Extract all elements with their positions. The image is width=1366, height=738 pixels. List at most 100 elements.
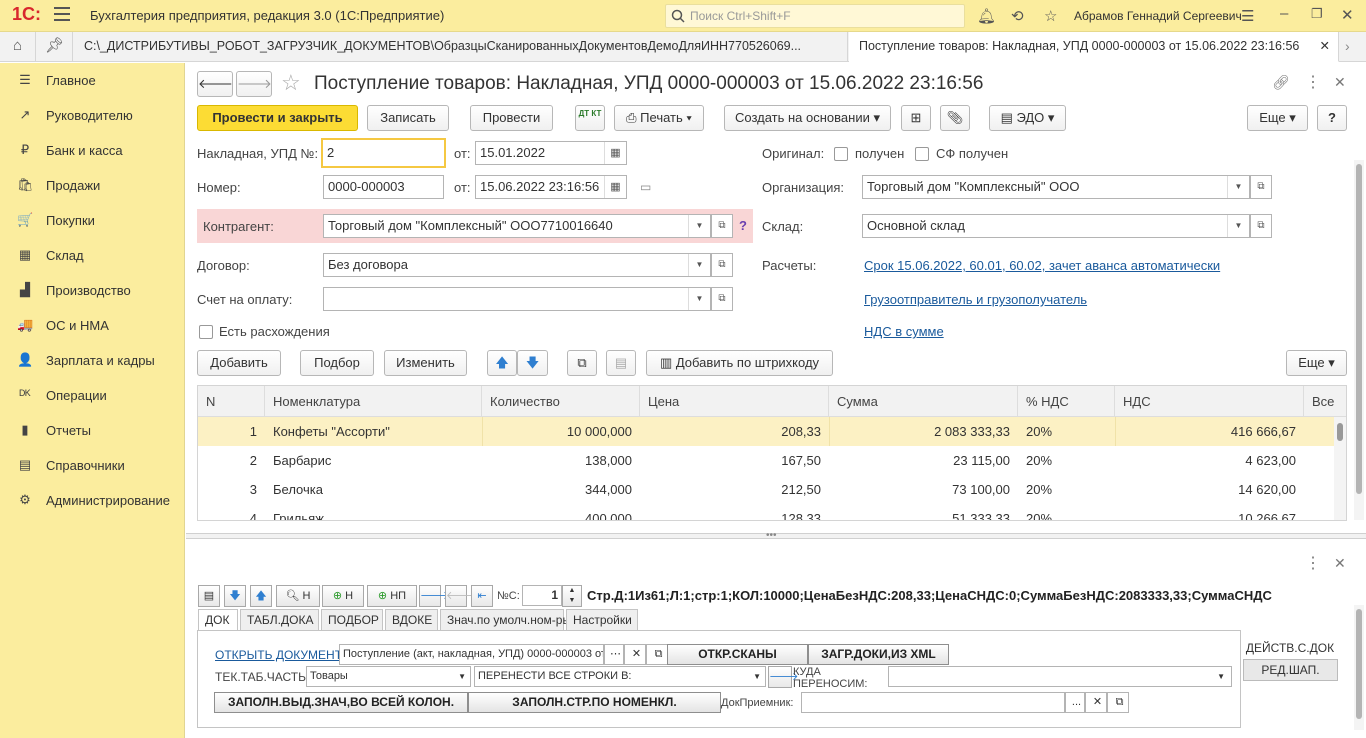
invoice-number-field[interactable]: 2 [321, 138, 446, 168]
panel-tab[interactable]: ПОДБОР [321, 609, 383, 631]
warehouse-field[interactable]: Основной склад ▼ [862, 214, 1250, 238]
doc-type-field[interactable]: Поступление (акт, накладная, УПД) 0000-0… [339, 644, 604, 665]
table-cell-price[interactable]: 167,50 [640, 446, 829, 475]
sidebar-item[interactable]: 👤 Зарплата и кадры [0, 343, 185, 378]
chevron-down-icon[interactable]: ▼ [1217, 667, 1225, 686]
arrow-up-icon[interactable]: 🡅 [250, 585, 272, 607]
find-h-button[interactable]: 🔍︎ Н [276, 585, 320, 607]
table-row[interactable]: 2 Барбарис 138,000 167,50 23 115,00 20% 4 623,… [198, 446, 1334, 475]
receiver-field[interactable] [801, 692, 1065, 713]
close-form-icon[interactable]: ✕ [1334, 74, 1346, 91]
move-rows-arrow-icon[interactable]: 🡒 [768, 666, 799, 688]
link-icon[interactable]: 🔗︎ [1272, 74, 1290, 91]
table-cell-vat-rate[interactable]: 20% [1018, 446, 1115, 475]
panel-tab[interactable]: Настройки [566, 609, 638, 631]
settings-menu-icon[interactable]: ☰ [1241, 7, 1254, 25]
discrepancy-checkbox[interactable] [199, 325, 213, 339]
col-n[interactable]: N [198, 386, 265, 417]
col-vat[interactable]: НДС [1115, 386, 1304, 417]
settlements-link[interactable]: Срок 15.06.2022, 60.01, 60.02, зачет ава… [864, 258, 1220, 273]
table-more-button[interactable]: Еще ▾ [1286, 350, 1347, 376]
table-cell-sum[interactable]: 2 083 333,33 [829, 417, 1018, 446]
table-scrollbar[interactable] [1334, 417, 1346, 520]
close-tab-icon[interactable]: ✕ [1320, 32, 1330, 61]
user-name[interactable]: Абрамов Геннадий Сергеевич [1074, 9, 1242, 23]
table-cell-vat-rate[interactable]: 20% [1018, 475, 1115, 504]
chevron-down-icon[interactable]: ▼ [753, 667, 761, 686]
more-button[interactable]: Еще ▾ [1247, 105, 1308, 131]
pin-icon[interactable]: 📌︎ [37, 32, 73, 62]
pick-button[interactable]: Подбор [300, 350, 374, 376]
col-vat-rate[interactable]: % НДС [1018, 386, 1115, 417]
table-cell-vat[interactable]: 10 266,67 [1115, 504, 1304, 520]
edit-header-button[interactable]: РЕД.ШАП. [1243, 659, 1338, 681]
doc-clear-icon[interactable]: ✕ [624, 644, 646, 665]
table-row[interactable]: 4 Грильяж 400,000 128,33 51 333,33 20% 10 266,… [198, 504, 1334, 520]
sidebar-item[interactable]: ☰ Главное [0, 63, 185, 98]
invoice-date-field[interactable]: 15.01.2022 ▦ [475, 141, 627, 165]
nc-field[interactable]: 1 [522, 585, 562, 606]
form-scrollbar[interactable] [1354, 160, 1364, 520]
panel-scrollbar[interactable] [1354, 605, 1364, 730]
sidebar-item[interactable]: ▦ Склад [0, 238, 185, 273]
table-cell-n[interactable]: 3 [198, 475, 265, 504]
panel-tab[interactable]: ТАБЛ.ДОКА [240, 609, 319, 631]
table-cell-name[interactable]: Грильяж [265, 504, 482, 520]
table-cell-vat-rate[interactable]: 20% [1018, 504, 1115, 520]
calendar-icon[interactable]: ▦ [604, 142, 626, 164]
panel-more-vert-icon[interactable]: ⋮ [1305, 553, 1321, 573]
chevron-down-icon[interactable]: ▼ [1227, 176, 1249, 198]
first-record-icon[interactable]: ⇤ [471, 585, 493, 607]
panel-tab[interactable]: ВДОКЕ [385, 609, 438, 631]
chevron-down-icon[interactable]: ▼ [688, 288, 710, 310]
number-date-field[interactable]: 15.06.2022 23:16:56 ▦ [475, 175, 627, 199]
arrow-down-icon[interactable]: 🡇 [224, 585, 246, 607]
table-cell-vat[interactable]: 4 623,00 [1115, 446, 1304, 475]
open-organization-icon[interactable]: ⧉ [1250, 175, 1272, 199]
where-field[interactable]: ▼ [888, 666, 1232, 687]
table-row[interactable]: 1 Конфеты "Ассорти" 10 000,000 208,33 2 083 … [198, 417, 1334, 446]
move-rows-field[interactable]: ПЕРЕНЕСТИ ВСЕ СТРОКИ В: ▼ [474, 666, 766, 687]
table-cell-n[interactable]: 2 [198, 446, 265, 475]
add-np-button[interactable]: ⊕ НП [367, 585, 417, 607]
sidebar-item[interactable]: ₽ Банк и касса [0, 133, 185, 168]
open-doc-link[interactable]: ОТКРЫТЬ ДОКУМЕНТ: [215, 648, 345, 662]
tab-goods-receipt[interactable]: Поступление товаров: Накладная, УПД 0000… [849, 32, 1339, 62]
col-sum[interactable]: Сумма [829, 386, 1018, 417]
organization-field[interactable]: Торговый дом "Комплексный" ООО ▼ [862, 175, 1250, 199]
post-button[interactable]: Провести [470, 105, 553, 131]
table-cell-qty[interactable]: 138,000 [482, 446, 640, 475]
table-cell-vat[interactable]: 14 620,00 [1115, 475, 1304, 504]
receiver-clear-icon[interactable]: ✕ [1085, 692, 1107, 713]
home-icon[interactable]: ⌂ [0, 32, 36, 62]
main-menu-icon[interactable] [54, 7, 70, 21]
copy-icon[interactable]: ⧉ [567, 350, 597, 376]
splitter[interactable]: ••• [186, 530, 1366, 541]
open-payment-account-icon[interactable]: ⧉ [711, 287, 733, 311]
sidebar-item[interactable]: ↗ Руководителю [0, 98, 185, 133]
open-scans-button[interactable]: ОТКР.СКАНЫ [667, 644, 808, 665]
search-input[interactable]: Поиск Ctrl+Shift+F [665, 4, 965, 28]
calendar-icon[interactable]: ▦ [604, 176, 626, 198]
chevron-down-icon[interactable]: ▼ [1227, 215, 1249, 237]
contract-field[interactable]: Без договора ▼ [323, 253, 711, 277]
table-cell-n[interactable]: 1 [198, 417, 265, 446]
nc-spinner[interactable]: ▲ ▼ [562, 585, 582, 607]
attachment-icon[interactable]: 📎︎ [940, 105, 970, 131]
counterparty-field[interactable]: Торговый дом "Комплексный" ООО7710016640… [323, 214, 711, 238]
edo-button[interactable]: ▤ ЭДО ▾ [989, 105, 1066, 131]
table-cell-sum[interactable]: 23 115,00 [829, 446, 1018, 475]
payment-account-field[interactable]: ▼ [323, 287, 711, 311]
doc-actions-button[interactable]: ДЕЙСТВ.С.ДОК [1241, 638, 1339, 660]
change-button[interactable]: Изменить [384, 350, 467, 376]
table-cell-qty[interactable]: 10 000,000 [482, 417, 640, 446]
col-qty[interactable]: Количество [482, 386, 640, 417]
sidebar-item[interactable]: ᴰᴷ Операции [0, 378, 185, 413]
table-cell-name[interactable]: Барбарис [265, 446, 482, 475]
more-vert-icon[interactable]: ⋮ [1305, 72, 1321, 92]
create-based-button[interactable]: Создать на основании ▾ [724, 105, 891, 131]
paste-icon[interactable]: ▤ [606, 350, 636, 376]
table-row[interactable]: 3 Белочка 344,000 212,50 73 100,00 20% 14 620,… [198, 475, 1334, 504]
back-button[interactable]: 🡐 [197, 71, 233, 97]
post-and-close-button[interactable]: Провести и закрыть [197, 105, 358, 131]
